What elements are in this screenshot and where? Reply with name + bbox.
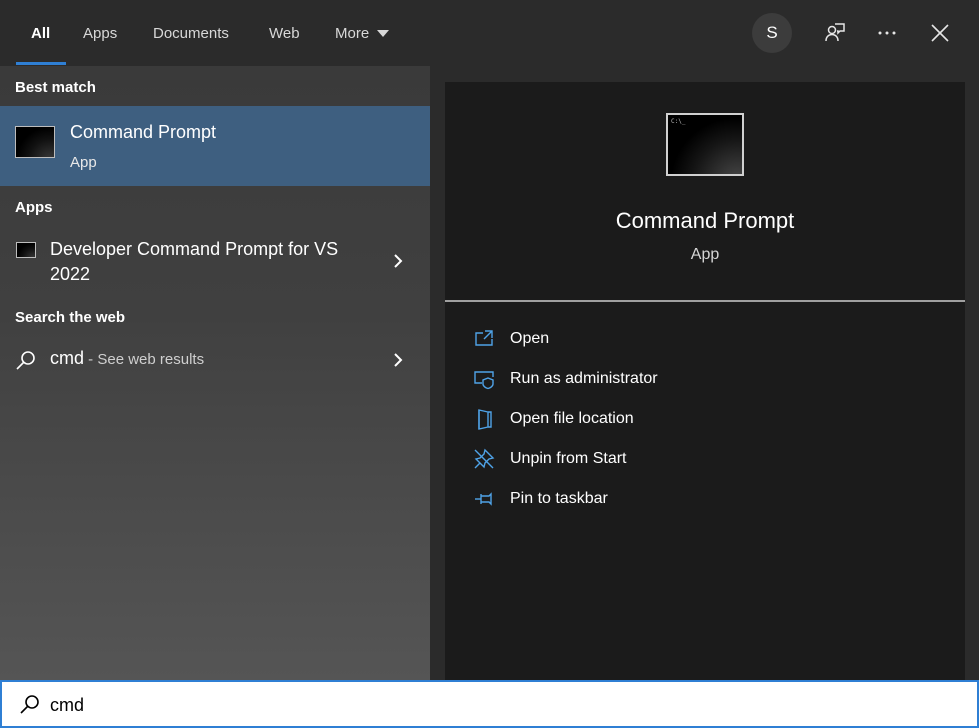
web-search-text: cmd - See web results <box>50 348 204 369</box>
list-item-developer-command-prompt[interactable]: Developer Command Prompt for VS 2022 <box>0 228 430 292</box>
feedback-icon[interactable] <box>820 18 850 48</box>
results-pane: Best match Command Prompt App Apps Devel… <box>0 66 430 680</box>
open-icon <box>473 328 495 350</box>
tab-apps[interactable]: Apps <box>83 0 117 66</box>
action-run-as-admin-label: Run as administrator <box>510 370 658 387</box>
unpin-icon <box>473 448 495 470</box>
action-run-as-admin[interactable]: Run as administrator <box>473 364 933 394</box>
tab-more[interactable]: More <box>335 0 390 66</box>
action-pin-to-taskbar-label: Pin to taskbar <box>510 490 608 507</box>
action-open-file-location[interactable]: Open file location <box>473 404 933 434</box>
avatar-initial: S <box>766 23 778 42</box>
chevron-right-icon[interactable] <box>388 350 408 370</box>
web-search-query: cmd <box>50 348 85 368</box>
caret-down-icon <box>377 29 390 37</box>
chevron-right-icon[interactable] <box>388 251 408 271</box>
apps-heading: Apps <box>15 199 53 216</box>
tab-more-label: More <box>335 24 370 42</box>
search-web-heading: Search the web <box>15 309 126 326</box>
web-search-suffix: - See web results <box>84 351 205 368</box>
search-icon <box>18 693 42 717</box>
action-open-label: Open <box>510 330 550 347</box>
tab-web[interactable]: Web <box>269 0 300 66</box>
search-icon <box>14 349 38 373</box>
prompt-glyph-icon: C:\_ <box>671 118 686 125</box>
preview-pane: C:\_ Command Prompt App Open Run as admi… <box>445 82 965 680</box>
app-item-title: Developer Command Prompt for VS 2022 <box>50 239 339 284</box>
best-match-title: Command Prompt <box>70 122 217 142</box>
web-search-item[interactable]: cmd - See web results <box>0 338 430 382</box>
divider <box>445 300 965 302</box>
detail-title: Command Prompt <box>615 208 795 233</box>
shield-icon <box>473 368 495 390</box>
best-match-item[interactable]: Command Prompt App <box>0 106 430 186</box>
action-open[interactable]: Open <box>473 324 933 354</box>
best-match-heading: Best match <box>15 79 96 96</box>
tab-documents[interactable]: Documents <box>153 0 229 66</box>
command-prompt-icon <box>15 126 55 158</box>
search-input[interactable] <box>50 690 950 720</box>
avatar[interactable]: S <box>752 13 792 53</box>
detail-subtitle: App <box>690 246 720 263</box>
folder-icon <box>473 408 495 430</box>
action-unpin-from-start-label: Unpin from Start <box>510 450 627 467</box>
active-tab-indicator <box>16 62 66 65</box>
tab-all[interactable]: All <box>31 0 50 66</box>
action-open-file-location-label: Open file location <box>510 410 634 427</box>
pin-icon <box>473 488 495 510</box>
action-unpin-from-start[interactable]: Unpin from Start <box>473 444 933 474</box>
action-pin-to-taskbar[interactable]: Pin to taskbar <box>473 484 933 514</box>
more-options-icon[interactable] <box>872 18 902 48</box>
top-bar: All Apps Documents Web More S <box>0 0 979 66</box>
command-prompt-icon <box>16 242 36 258</box>
search-box[interactable] <box>0 680 979 728</box>
close-icon[interactable] <box>925 18 955 48</box>
best-match-subtitle: App <box>70 154 97 171</box>
command-prompt-large-icon: C:\_ <box>666 113 744 176</box>
